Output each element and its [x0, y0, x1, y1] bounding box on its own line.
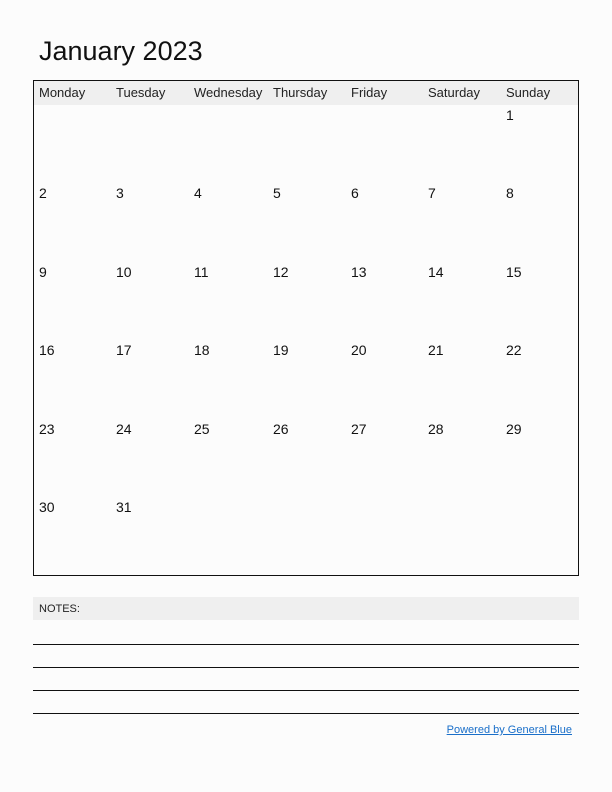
day-cell: 14	[428, 264, 444, 280]
day-cell: 16	[39, 342, 55, 358]
day-cell: 13	[351, 264, 367, 280]
weekday-sunday: Sunday	[506, 85, 551, 100]
day-cell: 10	[116, 264, 132, 280]
day-cell: 19	[273, 342, 289, 358]
day-cell: 1	[506, 107, 514, 123]
day-cell: 18	[194, 342, 210, 358]
day-cell: 15	[506, 264, 522, 280]
day-cell: 6	[351, 185, 359, 201]
day-cell: 12	[273, 264, 289, 280]
day-cell: 17	[116, 342, 132, 358]
day-cell: 29	[506, 421, 522, 437]
day-cell: 21	[428, 342, 444, 358]
notes-line	[33, 713, 579, 714]
day-cell: 7	[428, 185, 436, 201]
day-cell: 25	[194, 421, 210, 437]
weekday-thursday: Thursday	[273, 85, 328, 100]
day-cell: 28	[428, 421, 444, 437]
weekday-wednesday: Wednesday	[194, 85, 263, 100]
weekday-header: Monday Tuesday Wednesday Thursday Friday Satu…	[34, 81, 578, 105]
day-cell: 11	[194, 264, 209, 280]
weekday-saturday: Saturday	[428, 85, 481, 100]
day-cell: 31	[116, 499, 132, 515]
notes-label: NOTES:	[39, 603, 80, 615]
weekday-friday: Friday	[351, 85, 388, 100]
notes-header: NOTES:	[33, 597, 579, 620]
day-cell: 30	[39, 499, 55, 515]
notes-line	[33, 690, 579, 691]
day-cell: 20	[351, 342, 367, 358]
powered-by-link[interactable]: Powered by General Blue	[447, 724, 572, 736]
day-cell: 5	[273, 185, 281, 201]
calendar-grid: Monday Tuesday Wednesday Thursday Friday Satu…	[33, 80, 579, 576]
day-cell: 9	[39, 264, 47, 280]
day-cell: 4	[194, 185, 202, 201]
day-cell: 26	[273, 421, 289, 437]
page-title: January 2023	[39, 36, 203, 66]
weekday-monday: Monday	[39, 85, 86, 100]
day-cell: 3	[116, 185, 124, 201]
day-cell: 24	[116, 421, 132, 437]
day-cell: 2	[39, 185, 47, 201]
day-cell: 27	[351, 421, 367, 437]
day-cell: 8	[506, 185, 514, 201]
notes-line	[33, 667, 579, 668]
day-cell: 23	[39, 421, 55, 437]
day-cell: 22	[506, 342, 522, 358]
weekday-tuesday: Tuesday	[116, 85, 166, 100]
notes-line	[33, 644, 579, 645]
